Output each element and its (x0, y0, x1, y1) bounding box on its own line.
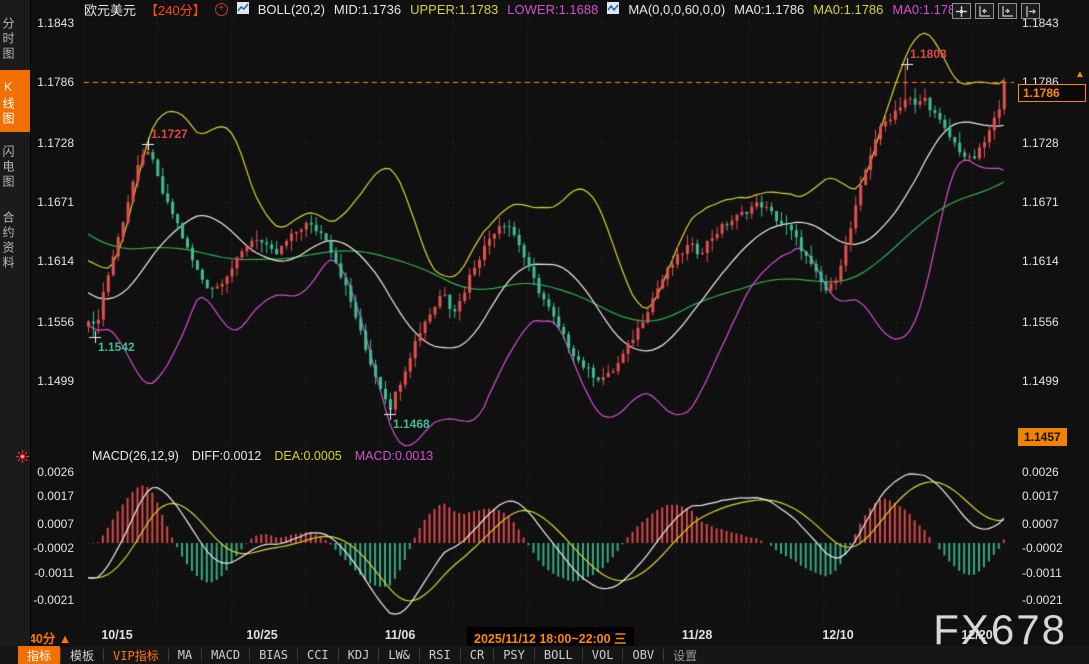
price-annotation: 1.1803 (910, 47, 947, 61)
macd-axis-label: 0.0026 (37, 465, 74, 479)
macd-dea-value: DEA:0.0005 (274, 449, 341, 463)
toolbar-tab-12[interactable]: PSY (494, 646, 534, 664)
sidebar-item-contract-info[interactable]: 合约资料 (0, 198, 30, 280)
x-axis-label: 10/15 (82, 628, 152, 642)
price-axis-label: 1.1671 (37, 195, 74, 209)
price-annotation: 1.1468 (393, 417, 430, 431)
x-axis-label: 12/20 (942, 628, 1012, 642)
macd-axis-label: 0.0017 (37, 489, 74, 503)
x-axis-label: 11/06 (365, 628, 435, 642)
current-price-badge: 1.1786 (1018, 84, 1086, 102)
macd-axis-label: 0.0017 (1022, 489, 1059, 503)
macd-diff-value: DIFF:0.0012 (192, 449, 261, 463)
macd-axis-label: -0.0002 (33, 541, 74, 555)
toolbar-tab-11[interactable]: CR (461, 646, 493, 664)
macd-axis-label: 0.0026 (1022, 465, 1059, 479)
toolbar-tab-3[interactable]: VIP指标 (104, 646, 168, 664)
toolbar-tab-4[interactable]: MA (169, 646, 201, 664)
boll-lower-value: LOWER:1.1688 (507, 2, 598, 17)
crosshair-icon[interactable] (952, 3, 971, 19)
ma0-value-1: MA0:1.1786 (734, 2, 804, 17)
price-axis-label: 1.1614 (37, 254, 74, 268)
symbol-name: 欧元美元 (84, 0, 136, 19)
add-indicator-icon[interactable]: + (215, 3, 228, 16)
sidebar-item-kline-chart[interactable]: K线图 (0, 70, 30, 132)
price-axis-label: 1.1556 (1022, 315, 1059, 329)
toolbar-tab-10[interactable]: RSI (420, 646, 460, 664)
toolbar-tab-5[interactable]: MACD (202, 646, 249, 664)
toolbar-tab-7[interactable]: CCI (298, 646, 338, 664)
price-axis-label: 1.1728 (1022, 136, 1059, 150)
toolbar-tab-13[interactable]: BOLL (535, 646, 582, 664)
crosshair-date-readout: 2025/11/12 18:00~22:00 三 (467, 627, 634, 648)
price-axis-label: 1.1671 (1022, 195, 1059, 209)
session-low-badge: 1.1457 (1018, 428, 1067, 446)
price-axis-label: 1.1728 (37, 136, 74, 150)
macd-title: MACD(26,12,9) (92, 449, 179, 463)
price-axis-label: 1.1614 (1022, 254, 1059, 268)
boll-upper-value: UPPER:1.1783 (410, 2, 498, 17)
x-axis-label: 10/25 (227, 628, 297, 642)
chart-canvas[interactable] (0, 0, 1089, 664)
price-axis-label: 1.1556 (37, 315, 74, 329)
ma-indicator-icon[interactable] (607, 2, 619, 17)
x-axis: 240分 ▲ 2025/11/12 18:00~22:00 三 10/1510/… (0, 628, 1089, 645)
chart-tools (952, 3, 1040, 19)
price-axis-label: 1.1786 (37, 75, 74, 89)
toolbar-tab-6[interactable]: BIAS (250, 646, 297, 664)
x-axis-label: 12/10 (803, 628, 873, 642)
price-axis-label: 1.1499 (37, 374, 74, 388)
toolbar-tab-15[interactable]: OBV (623, 646, 663, 664)
price-annotation: 1.1542 (98, 340, 135, 354)
toolbar-tab-16[interactable]: 设置 (664, 646, 706, 664)
indicator-toolbar: 指标模板VIP指标MAMACDBIASCCIKDJLW&RSICRPSYBOLL… (0, 646, 1089, 664)
period-label[interactable]: 【240分】 (145, 0, 206, 19)
macd-axis-label: -0.0021 (1022, 593, 1063, 607)
sidebar-item-lightning-chart[interactable]: 闪电图 (0, 134, 30, 196)
sidebar-item-time-chart[interactable]: 分时图 (0, 6, 30, 68)
boll-mid-value: MID:1.1736 (334, 2, 401, 17)
macd-axis-label: -0.0021 (33, 593, 74, 607)
sidebar: 分时图 K线图 闪电图 合约资料 (0, 0, 31, 646)
move-right-icon[interactable] (1021, 3, 1040, 19)
macd-header: MACD(26,12,9) DIFF:0.0012 DEA:0.0005 MAC… (92, 449, 446, 463)
price-axis-label: 1.1843 (37, 16, 74, 30)
toolbar-tab-8[interactable]: KDJ (339, 646, 379, 664)
ma0-value-2: MA0:1.1786 (813, 2, 883, 17)
price-axis-label: 1.1499 (1022, 374, 1059, 388)
macd-macd-value: MACD:0.0013 (355, 449, 434, 463)
indicator-header: 欧元美元 【240分】 + BOLL(20,2) MID:1.1736 UPPE… (84, 1, 972, 17)
boll-label: BOLL(20,2) (258, 2, 325, 17)
ma-label: MA(0,0,0,60,0,0) (628, 2, 725, 17)
toolbar-tab-9[interactable]: LW& (379, 646, 419, 664)
toolbar-tab-14[interactable]: VOL (583, 646, 623, 664)
toolbar-tab-1[interactable]: 指标 (18, 646, 60, 664)
price-annotation: 1.1727 (151, 127, 188, 141)
price-up-arrow-icon: ▲ (1075, 69, 1085, 80)
toolbar-tab-2[interactable]: 模板 (61, 646, 103, 664)
macd-axis-label: -0.0002 (1022, 541, 1063, 555)
scale-right-icon[interactable] (998, 3, 1017, 19)
chart-app: 分时图 K线图 闪电图 合约资料 欧元美元 【240分】 + BOLL(20,2… (0, 0, 1089, 664)
macd-axis-label: -0.0011 (34, 566, 74, 580)
alert-icon[interactable] (16, 450, 29, 468)
scale-left-icon[interactable] (975, 3, 994, 19)
boll-indicator-icon[interactable] (237, 2, 249, 17)
x-axis-label: 11/28 (662, 628, 732, 642)
macd-axis-label: 0.0007 (37, 517, 74, 531)
macd-axis-label: 0.0007 (1022, 517, 1059, 531)
macd-axis-label: -0.0011 (1022, 566, 1062, 580)
